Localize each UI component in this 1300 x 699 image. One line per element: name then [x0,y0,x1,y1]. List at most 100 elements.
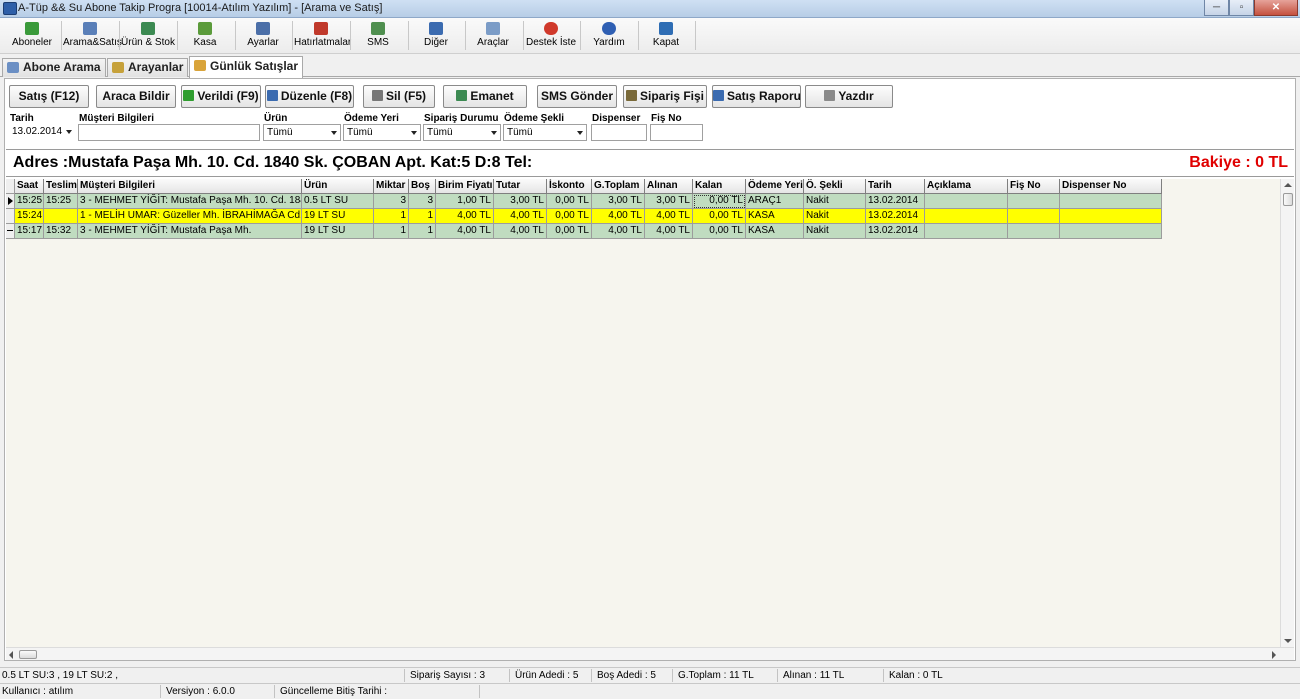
column-header[interactable]: Teslim [44,179,78,194]
odeme-sekli-label: Ödeme Şekli [504,113,565,124]
cell-iskonto: 0,00 TL [547,224,592,239]
column-header[interactable]: Ö. Şekli [804,179,866,194]
satis-raporu-button[interactable]: Satış Raporu [712,85,801,108]
column-header[interactable]: Ödeme Yeri [746,179,804,194]
toolbar-aboneler-button[interactable]: Aboneler [8,20,56,52]
tarih-label: Tarih [10,113,34,124]
musteri-input[interactable] [78,124,260,141]
toolbar-kapat-button[interactable]: Kapat [641,20,691,52]
maximize-button[interactable]: ▫ [1229,0,1254,16]
daily-sales-panel: Satış (F12) Araca Bildir Verildi (F9) Dü… [4,78,1296,661]
current-user: Kullanıcı : atılım [2,686,74,697]
cell-alinan: 3,00 TL [645,194,693,209]
row-indicator [6,224,15,239]
scroll-thumb[interactable] [1283,193,1293,206]
bottle-icon [141,22,155,35]
column-header[interactable]: Müşteri Bilgileri [78,179,302,194]
table-row[interactable]: 15:25 15:25 3 - MEHMET YİĞİT: Mustafa Pa… [6,194,1162,209]
verildi-button[interactable]: Verildi (F9) [181,85,261,108]
scroll-thumb[interactable] [19,650,37,659]
scroll-down-icon[interactable] [1284,639,1292,643]
siparis-durumu-select[interactable]: Tümü [423,124,501,141]
tab-gunluk-satislar[interactable]: Günlük Satışlar [189,56,303,78]
column-header[interactable]: Miktar [374,179,409,194]
dispenser-input[interactable] [591,124,647,141]
column-header[interactable]: Saat [15,179,44,194]
toolbar-arama-satis-button[interactable]: Arama&Satış [63,20,122,52]
cell-iskonto: 0,00 TL [547,194,592,209]
satis-button[interactable]: Satış (F12) [9,85,89,108]
report-icon [713,90,724,101]
cell-musteri: 3 - MEHMET YİĞİT: Mustafa Paşa Mh. 10. C… [78,194,302,209]
sil-button[interactable]: Sil (F5) [363,85,435,108]
cell-aciklama [925,194,1008,209]
odeme-yeri-select[interactable]: Tümü [343,124,421,141]
sms-icon [371,22,385,35]
yazdir-button[interactable]: Yazdır [805,85,893,108]
grid-header-row: Saat Teslim Müşteri Bilgileri Ürün Mikta… [6,179,1162,194]
cell-musteri: 1 - MELİH UMAR: Güzeller Mh. İBRAHİMAĞA … [78,209,302,224]
column-header[interactable]: Açıklama [925,179,1008,194]
fis-no-input[interactable] [650,124,703,141]
toolbar-label: Destek İste [525,37,577,48]
cash-icon [198,22,212,35]
button-label: Düzenle (F8) [280,89,353,103]
column-header[interactable]: Ürün [302,179,374,194]
cell-urun: 19 LT SU [302,224,374,239]
toolbar-araclar-button[interactable]: Araçlar [468,20,518,52]
grid-vertical-scrollbar[interactable] [1280,179,1294,647]
column-header[interactable]: Kalan [693,179,746,194]
column-header[interactable]: G.Toplam [592,179,645,194]
chevron-down-icon [66,130,72,134]
table-row[interactable]: 15:17 15:32 3 - MEHMET YİĞİT: Mustafa Pa… [6,224,1162,239]
toolbar-separator [465,21,466,50]
scroll-right-icon[interactable] [1272,651,1276,659]
sales-grid[interactable]: Saat Teslim Müşteri Bilgileri Ürün Mikta… [6,179,1294,647]
tab-arayanlar[interactable]: Arayanlar [107,58,188,77]
cell-teslim: 15:32 [44,224,78,239]
odeme-sekli-select[interactable]: Tümü [503,124,587,141]
duzenle-button[interactable]: Düzenle (F8) [265,85,354,108]
column-header[interactable]: Tarih [866,179,925,194]
check-icon [183,90,195,101]
column-header[interactable]: Dispenser No [1060,179,1162,194]
column-header[interactable]: İskonto [547,179,592,194]
close-window-button[interactable]: ✕ [1254,0,1298,16]
column-header[interactable]: Birim Fiyatı [436,179,494,194]
tarih-datepicker[interactable]: 13.02.2014 [9,124,75,141]
siparis-fisi-button[interactable]: Sipariş Fişi [623,85,707,108]
toolbar-ayarlar-button[interactable]: Ayarlar [238,20,288,52]
table-row[interactable]: 15:24 1 - MELİH UMAR: Güzeller Mh. İBRAH… [6,209,1162,224]
scroll-up-icon[interactable] [1284,183,1292,187]
urun-select[interactable]: Tümü [263,124,341,141]
cell-miktar: 3 [374,194,409,209]
toolbar-kasa-button[interactable]: Kasa [180,20,230,52]
column-header[interactable]: Alınan [645,179,693,194]
minimize-button[interactable]: ─ [1204,0,1229,16]
toolbar-hatirlatmalar-button[interactable]: Hatırlatmalar [294,20,351,52]
status-separator [672,669,673,682]
toolbar-yardim-button[interactable]: Yardım [583,20,635,52]
sms-gonder-button[interactable]: SMS Gönder [537,85,617,108]
emanet-button[interactable]: Emanet [443,85,527,108]
cell-saat: 15:24 [15,209,44,224]
column-header[interactable]: Fiş No [1008,179,1060,194]
araca-bildir-button[interactable]: Araca Bildir [96,85,176,108]
cell-bos: 1 [409,224,436,239]
tab-abone-arama[interactable]: Abone Arama [2,58,106,77]
scroll-left-icon[interactable] [9,651,13,659]
column-header[interactable]: Tutar [494,179,547,194]
toolbar-label: Yardım [593,37,625,48]
toolbar-separator [235,21,236,50]
address-bar: Adres :Mustafa Paşa Mh. 10. Cd. 1840 Sk.… [6,149,1294,177]
toolbar-label: Diğer [424,37,448,48]
balance-label: Bakiye : 0 TL [1189,154,1288,171]
toolbar-urun-stok-button[interactable]: Ürün & Stok [121,20,175,52]
toolbar-destek-iste-button[interactable]: Destek İste [525,20,577,52]
grid-horizontal-scrollbar[interactable] [6,647,1294,660]
musteri-label: Müşteri Bilgileri [79,113,155,124]
column-header[interactable]: Boş [409,179,436,194]
cell-tutar: 3,00 TL [494,194,547,209]
toolbar-diger-button[interactable]: Diğer [411,20,461,52]
toolbar-sms-button[interactable]: SMS [353,20,403,52]
